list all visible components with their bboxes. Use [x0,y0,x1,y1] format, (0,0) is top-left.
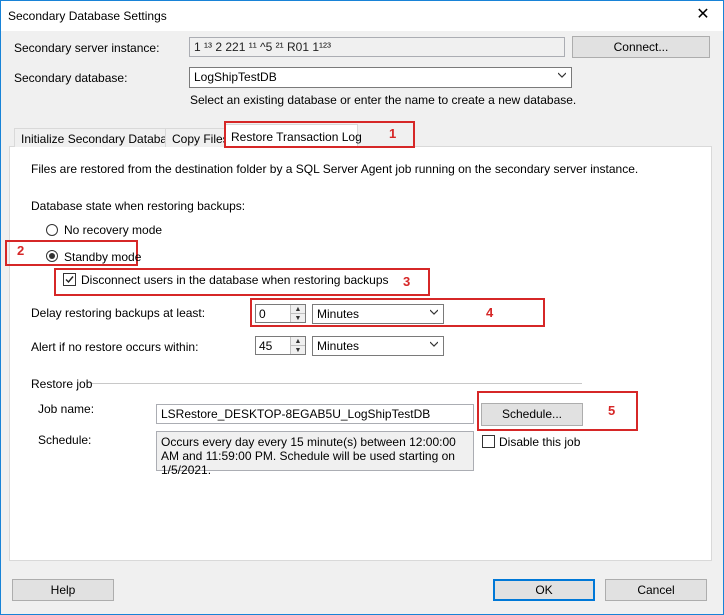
title-bar: Secondary Database Settings ✕ [1,1,723,31]
delay-label: Delay restoring backups at least: [31,306,206,320]
secondary-database-combo[interactable]: LogShipTestDB [189,67,572,88]
standby-radio[interactable] [46,250,58,262]
chevron-down-icon [558,72,566,78]
no-recovery-label: No recovery mode [64,223,163,237]
disconnect-users-label: Disconnect users in the database when re… [81,273,389,287]
delay-spinner-buttons: ▲ ▼ [290,305,305,322]
alert-spinner[interactable]: 45 ▲ ▼ [255,336,306,355]
ok-button[interactable]: OK [493,579,595,601]
chevron-down-icon [430,341,438,347]
delay-value: 0 [259,307,266,321]
spin-down-icon[interactable]: ▼ [291,314,305,323]
database-state-label: Database state when restoring backups: [31,199,246,213]
annotation-number-1: 1 [389,126,397,141]
alert-spinner-buttons: ▲ ▼ [290,337,305,354]
secondary-database-label: Secondary database: [14,71,128,85]
server-instance-label: Secondary server instance: [14,41,160,55]
tab-copy-files[interactable]: Copy Files [165,128,229,147]
window-title: Secondary Database Settings [8,9,167,23]
restore-info-text: Files are restored from the destination … [31,162,639,176]
alert-value: 45 [259,339,273,353]
chevron-down-icon [430,309,438,315]
disconnect-users-checkbox[interactable] [63,273,76,286]
job-name-value: LSRestore_DESKTOP-8EGAB5U_LogShipTestDB [161,407,431,421]
secondary-database-value: LogShipTestDB [194,70,277,84]
standby-label: Standby mode [64,250,142,264]
annotation-number-3: 3 [403,274,411,289]
annotation-number-5: 5 [608,403,616,418]
checkmark-icon [65,276,74,284]
schedule-description: Occurs every day every 15 minute(s) betw… [156,431,474,477]
cancel-button[interactable]: Cancel [605,579,707,601]
alert-unit-combo[interactable]: Minutes [312,336,444,356]
connect-button[interactable]: Connect... [572,36,710,58]
help-button[interactable]: Help [12,579,114,601]
tab-initialize-secondary-database[interactable]: Initialize Secondary Database [14,128,180,147]
delay-unit-value: Minutes [317,307,360,321]
group-divider [92,383,582,384]
database-hint: Select an existing database or enter the… [190,93,577,107]
disable-job-checkbox[interactable] [482,435,495,448]
restore-job-group-label: Restore job [31,377,93,391]
schedule-button[interactable]: Schedule... [481,403,583,426]
spin-up-icon[interactable]: ▲ [291,337,305,346]
no-recovery-radio[interactable] [46,224,58,236]
annotation-number-4: 4 [486,305,494,320]
annotation-number-2: 2 [17,243,25,258]
schedule-label: Schedule: [38,433,92,447]
delay-spinner[interactable]: 0 ▲ ▼ [255,304,306,323]
job-name-label: Job name: [38,402,95,416]
disable-job-label: Disable this job [499,435,581,449]
spin-up-icon[interactable]: ▲ [291,305,305,314]
server-instance-field: 1 ¹³ 2 221 ¹¹ ^5 ²¹ R01 1¹²³ [189,37,565,57]
delay-unit-combo[interactable]: Minutes [312,304,444,324]
spin-down-icon[interactable]: ▼ [291,346,305,355]
job-name-field[interactable]: LSRestore_DESKTOP-8EGAB5U_LogShipTestDB [156,404,474,424]
server-instance-value: 1 ¹³ 2 221 ¹¹ ^5 ²¹ R01 1¹²³ [194,40,331,54]
alert-label: Alert if no restore occurs within: [31,340,199,354]
annotation-box-1 [224,121,415,148]
close-icon[interactable]: ✕ [691,5,715,25]
alert-unit-value: Minutes [317,339,360,353]
